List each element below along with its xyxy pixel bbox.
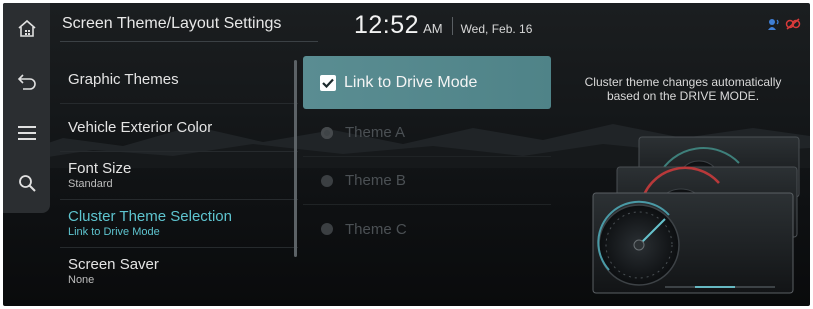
checkmark-icon xyxy=(322,78,334,88)
link-to-drive-mode-option[interactable]: Link to Drive Mode xyxy=(303,56,551,109)
menu-item-value: None xyxy=(68,274,95,286)
connectivity-off-icon xyxy=(785,18,801,30)
voice-recognition-icon xyxy=(768,19,779,30)
menu-item-label: Cluster Theme Selection xyxy=(68,208,232,225)
theme-option-label: Theme B xyxy=(345,172,406,189)
search-icon xyxy=(18,175,36,192)
description-line-2: based on the DRIVE MODE. xyxy=(606,89,760,103)
page-title: Screen Theme/Layout Settings xyxy=(62,15,282,32)
menu-item-label: Screen Saver xyxy=(68,256,159,273)
theme-option-b[interactable]: Theme B xyxy=(303,157,551,205)
home-icon xyxy=(17,19,36,37)
menu-item-screen-saver[interactable]: Screen Saver None xyxy=(60,248,298,296)
theme-c-radio[interactable] xyxy=(321,223,333,235)
clock-ampm: AM xyxy=(423,21,443,36)
menu-icon xyxy=(17,126,36,140)
menu-item-label: Font Size xyxy=(68,160,132,177)
description-line-1: Cluster theme changes automatically xyxy=(584,75,782,89)
cluster-theme-preview xyxy=(592,136,800,294)
back-button[interactable] xyxy=(3,57,50,105)
menu-button[interactable] xyxy=(3,109,50,157)
theme-description: Cluster theme changes automatically base… xyxy=(563,75,803,103)
theme-option-label: Theme A xyxy=(345,124,406,141)
menu-item-font-size[interactable]: Font Size Standard xyxy=(60,152,298,200)
side-rail xyxy=(3,3,50,213)
theme-option-label: Theme C xyxy=(345,220,407,238)
menu-item-label: Vehicle Exterior Color xyxy=(68,119,213,136)
theme-option-c[interactable]: Theme C xyxy=(303,205,551,253)
theme-a-radio[interactable] xyxy=(321,126,333,139)
menu-item-cluster-theme-selection[interactable]: Cluster Theme Selection Link to Drive Mo… xyxy=(60,200,298,248)
theme-option-a[interactable]: Theme A xyxy=(303,109,551,157)
back-icon xyxy=(17,74,36,90)
clock-separator xyxy=(451,16,453,35)
title-divider xyxy=(60,41,318,42)
search-button[interactable] xyxy=(3,159,50,207)
clock-date: Wed, Feb. 16 xyxy=(460,22,533,36)
clock: 12:52 AM Wed, Feb. 16 xyxy=(354,11,532,40)
menu-scrollbar[interactable] xyxy=(294,60,297,257)
link-checkbox[interactable] xyxy=(320,74,336,91)
menu-item-value: Link to Drive Mode xyxy=(68,226,160,238)
home-button[interactable] xyxy=(3,5,50,53)
menu-item-vehicle-exterior-color[interactable]: Vehicle Exterior Color xyxy=(60,104,298,152)
status-bar xyxy=(767,17,801,31)
menu-item-label: Graphic Themes xyxy=(68,71,179,88)
display-screen: Screen Theme/Layout Settings 12:52 AM We… xyxy=(3,3,810,306)
clock-time: 12:52 xyxy=(354,11,420,39)
menu-item-graphic-themes[interactable]: Graphic Themes xyxy=(60,56,298,104)
menu-item-value: Standard xyxy=(68,178,113,190)
theme-b-radio[interactable] xyxy=(321,174,333,187)
link-option-label: Link to Drive Mode xyxy=(344,73,478,91)
